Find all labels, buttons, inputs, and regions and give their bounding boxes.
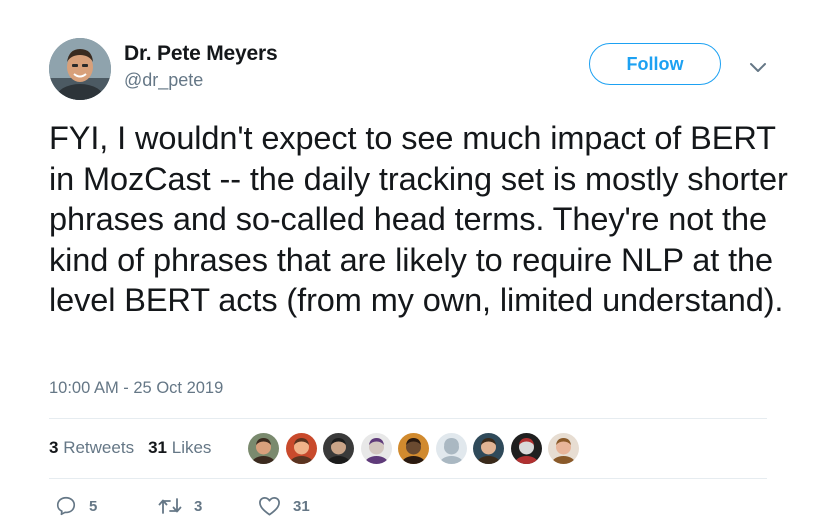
liker-avatar[interactable] (247, 432, 280, 465)
liker-avatar[interactable] (509, 432, 543, 465)
reply-count: 5 (89, 497, 98, 515)
author-avatar[interactable] (49, 38, 111, 100)
like-action[interactable]: 31 (258, 495, 310, 517)
liker-avatar[interactable] (547, 432, 580, 465)
liker-avatar[interactable] (472, 432, 505, 465)
retweets-label: Retweets (63, 438, 135, 457)
chevron-down-icon[interactable] (748, 60, 768, 74)
heart-icon (259, 496, 280, 516)
retweet-action[interactable]: 3 (158, 495, 202, 517)
tweet-header: Dr. Pete Meyers @dr_pete Follow (49, 38, 779, 100)
retweet-icon (158, 498, 182, 514)
likes-label: Likes (171, 438, 212, 457)
author-name[interactable]: Dr. Pete Meyers (124, 42, 278, 66)
retweets-count: 3 (49, 438, 59, 457)
divider-bottom (49, 478, 767, 479)
liker-avatar[interactable] (434, 432, 468, 465)
liker-avatar[interactable] (284, 432, 318, 465)
divider-top (49, 418, 767, 419)
liker-avatar[interactable] (359, 432, 393, 465)
author-handle[interactable]: @dr_pete (124, 70, 203, 91)
follow-button[interactable]: Follow (589, 43, 721, 85)
reply-action[interactable]: 5 (55, 495, 97, 517)
like-count: 31 (293, 497, 310, 515)
tweet-stats: 3 Retweets 31 Likes (49, 438, 211, 458)
tweet-text: FYI, I wouldn't expect to see much impac… (49, 120, 788, 318)
liker-avatar[interactable] (397, 432, 430, 465)
retweet-count: 3 (194, 497, 203, 515)
likes-count: 31 (148, 438, 167, 457)
retweets-stat[interactable]: 3 Retweets (49, 438, 134, 458)
liker-avatar[interactable] (322, 432, 355, 465)
likes-stat[interactable]: 31 Likes (148, 438, 211, 458)
tweet-timestamp[interactable]: 10:00 AM - 25 Oct 2019 (49, 379, 223, 398)
reply-icon (56, 496, 76, 516)
